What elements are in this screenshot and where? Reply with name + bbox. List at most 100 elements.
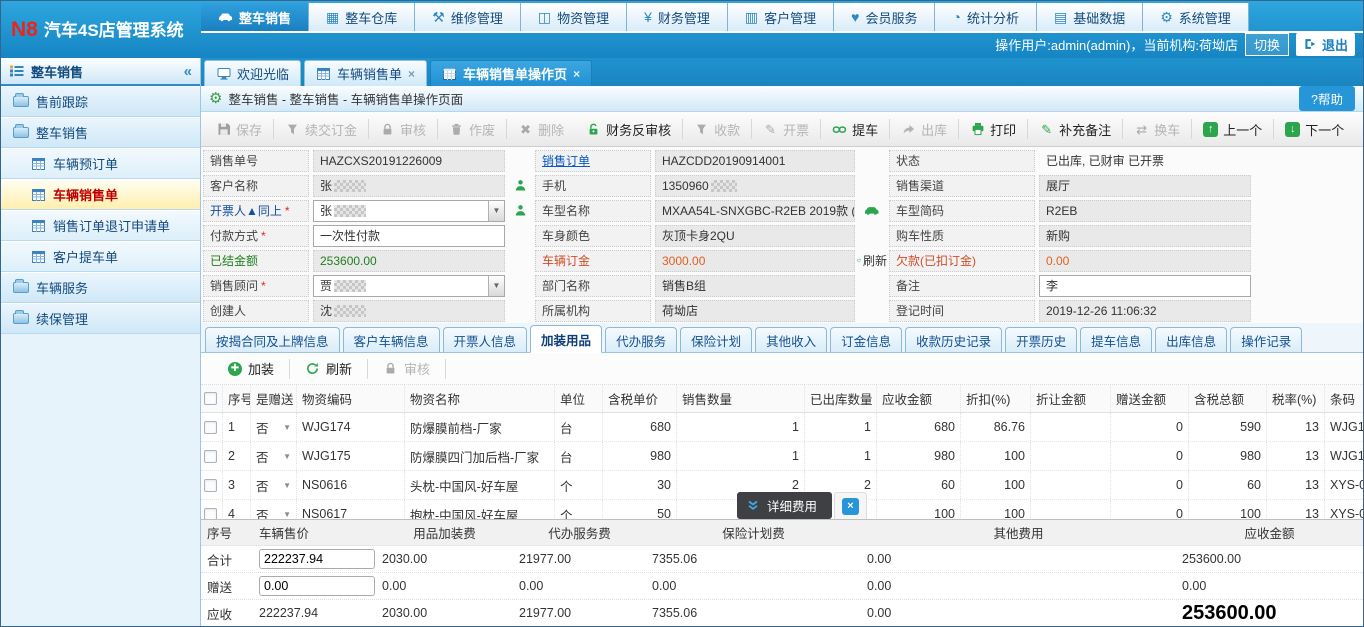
row-checkbox[interactable] bbox=[204, 508, 217, 520]
button-label: 开票 bbox=[783, 120, 809, 139]
select-all-checkbox[interactable] bbox=[204, 392, 217, 405]
tab-vehicle-sales-operate[interactable]: 车辆销售单操作页 × bbox=[430, 60, 592, 86]
audit-grid-button[interactable]: 审核 bbox=[368, 359, 445, 378]
cell-discount: 100 bbox=[961, 500, 1031, 519]
switch-org-button[interactable]: 切换 bbox=[1245, 33, 1289, 56]
sidebar-item-vehicle-service[interactable]: 车辆服务 bbox=[1, 272, 200, 303]
subtab[interactable]: 保险计划 bbox=[680, 327, 752, 352]
close-icon[interactable]: × bbox=[573, 67, 580, 81]
subtab[interactable]: 出库信息 bbox=[1155, 327, 1227, 352]
car-lookup-icon[interactable] bbox=[857, 205, 887, 216]
finance-unaudit-button[interactable]: 财务反审核 bbox=[575, 117, 682, 141]
field-label-register-time: 登记时间 bbox=[889, 300, 1035, 322]
nav-tab-materials-management[interactable]: ◫物资管理 bbox=[521, 3, 627, 31]
close-icon[interactable]: × bbox=[842, 498, 859, 515]
nav-tab-repair-management[interactable]: ⚒维修管理 bbox=[415, 3, 521, 31]
sidebar-item-order-cancel-request[interactable]: 销售订单退订申请单 bbox=[1, 210, 200, 241]
subtab[interactable]: 其他收入 bbox=[755, 327, 827, 352]
invoice-person-lookup-button[interactable] bbox=[507, 204, 533, 217]
previous-record-button[interactable]: ↑上一个 bbox=[1192, 117, 1273, 141]
sidebar-item-vehicle-sales-order[interactable]: 车辆销售单 bbox=[1, 179, 200, 210]
add-accessory-button[interactable]: ✚加装 bbox=[213, 359, 289, 378]
field-remark[interactable]: 李 bbox=[1039, 275, 1251, 297]
nav-tab-customer-management[interactable]: ▥客户管理 bbox=[728, 3, 834, 31]
field-sales-consultant-select[interactable]: 贾▼ bbox=[313, 275, 505, 297]
nav-tab-base-data[interactable]: ▤基础数据 bbox=[1037, 3, 1143, 31]
detail-fee-toggle[interactable]: 详细费用 bbox=[737, 492, 832, 519]
nav-tab-vehicle-warehouse[interactable]: ▦整车仓库 bbox=[309, 3, 415, 31]
summary-cell: 0.00 bbox=[861, 606, 1176, 620]
gift-select[interactable]: 否▼ bbox=[251, 500, 297, 519]
field-payment-method[interactable]: 一次性付款 bbox=[313, 225, 505, 247]
chevron-down-icon[interactable]: ▼ bbox=[488, 276, 504, 296]
logout-button[interactable]: 退出 bbox=[1296, 33, 1355, 56]
gift-vehicle-price-input[interactable] bbox=[259, 576, 375, 596]
row-checkbox[interactable] bbox=[204, 450, 217, 463]
field-sales-channel: 展厅 bbox=[1039, 175, 1251, 197]
customer-lookup-button[interactable] bbox=[507, 179, 533, 192]
row-checkbox[interactable] bbox=[204, 421, 217, 434]
field-label-model-code: 车型简码 bbox=[889, 200, 1035, 222]
subtab[interactable]: 开票历史 bbox=[1005, 327, 1077, 352]
field-invoice-person-select[interactable]: 张▼ bbox=[313, 200, 505, 222]
chevron-down-icon[interactable]: ▼ bbox=[488, 201, 504, 221]
summary-col-receivable: 应收金额 bbox=[1176, 523, 1363, 542]
field-label-organization: 所属机构 bbox=[535, 300, 651, 322]
gift-select[interactable]: 否▼ bbox=[251, 442, 297, 470]
total-vehicle-price-input[interactable] bbox=[259, 549, 375, 569]
nav-tab-vehicle-sales[interactable]: 整车销售 bbox=[201, 3, 309, 31]
subtab[interactable]: 提车信息 bbox=[1080, 327, 1152, 352]
void-button[interactable]: 作废 bbox=[438, 117, 506, 141]
close-icon[interactable]: × bbox=[408, 67, 415, 81]
subtab[interactable]: 收款历史记录 bbox=[905, 327, 1002, 352]
sidebar-item-presale-tracking[interactable]: 售前跟踪 bbox=[1, 86, 200, 117]
summary-cell: 7355.06 bbox=[646, 606, 861, 620]
cell-seq: 3 bbox=[223, 471, 251, 499]
sidebar-item-renewal-management[interactable]: 续保管理 bbox=[1, 303, 200, 334]
sidebar-item-vehicle-sales[interactable]: 整车销售 bbox=[1, 117, 200, 148]
nav-tab-statistics-analysis[interactable]: ◔统计分析 bbox=[935, 3, 1036, 31]
top-header: N8汽车4S店管理系统 整车销售 ▦整车仓库 ⚒维修管理 ◫物资管理 ¥财务管理… bbox=[1, 1, 1363, 58]
subtab[interactable]: 操作记录 bbox=[1230, 327, 1302, 352]
tab-vehicle-sales-list[interactable]: 车辆销售单 × bbox=[304, 60, 427, 86]
sidebar-item-vehicle-preorder[interactable]: 车辆预订单 bbox=[1, 148, 200, 179]
save-button[interactable]: 保存 bbox=[205, 117, 273, 141]
subtab[interactable]: 开票人信息 bbox=[443, 327, 528, 352]
outbound-button[interactable]: 出库 bbox=[890, 117, 958, 141]
nav-tab-finance-management[interactable]: ¥财务管理 bbox=[627, 3, 728, 31]
nav-tab-label: 会员服务 bbox=[865, 8, 917, 27]
add-remark-button[interactable]: ✎补充备注 bbox=[1028, 117, 1122, 141]
field-label-mobile: 手机 bbox=[535, 175, 651, 197]
delete-button[interactable]: ✖删除 bbox=[507, 117, 575, 141]
sidebar-item-customer-pickup[interactable]: 客户提车单 bbox=[1, 241, 200, 272]
gift-select[interactable]: 否▼ bbox=[251, 413, 297, 441]
invoice-button[interactable]: ✎开票 bbox=[752, 117, 820, 141]
next-record-button[interactable]: ↓下一个 bbox=[1274, 117, 1355, 141]
subtab[interactable]: 代办服务 bbox=[605, 327, 677, 352]
pickup-car-button[interactable]: 提车 bbox=[821, 117, 889, 141]
nav-tab-system-management[interactable]: ⚙系统管理 bbox=[1143, 3, 1249, 31]
subtab[interactable]: 加装用品 bbox=[530, 325, 602, 353]
subtab[interactable]: 订金信息 bbox=[830, 327, 902, 352]
refresh-grid-button[interactable]: 刷新 bbox=[290, 359, 367, 378]
receive-payment-button[interactable]: 收款 bbox=[683, 117, 751, 141]
swap-car-button[interactable]: ⇄换车 bbox=[1123, 117, 1191, 141]
cell-allowance bbox=[1031, 500, 1111, 519]
plus-icon: ✚ bbox=[228, 362, 242, 376]
continue-deposit-button[interactable]: 续交订金 bbox=[274, 117, 368, 141]
print-button[interactable]: 打印 bbox=[959, 117, 1027, 141]
gift-select[interactable]: 否▼ bbox=[251, 471, 297, 499]
help-button[interactable]: ?帮助 bbox=[1299, 86, 1355, 111]
field-model-code: R2EB bbox=[1039, 200, 1251, 222]
subtab[interactable]: 按揭合同及上牌信息 bbox=[205, 327, 340, 352]
main-nav: 整车销售 ▦整车仓库 ⚒维修管理 ◫物资管理 ¥财务管理 ▥客户管理 ♥会员服务… bbox=[201, 3, 1363, 31]
tab-welcome[interactable]: 欢迎光临 bbox=[204, 60, 301, 86]
sales-order-link[interactable]: 销售订单 bbox=[542, 154, 590, 168]
nav-tab-member-service[interactable]: ♥会员服务 bbox=[834, 3, 935, 31]
subtab[interactable]: 客户车辆信息 bbox=[343, 327, 440, 352]
audit-button[interactable]: 审核 bbox=[369, 117, 437, 141]
row-checkbox[interactable] bbox=[204, 479, 217, 492]
sidebar-collapse-button[interactable]: « bbox=[184, 63, 192, 80]
refresh-deposit-link[interactable]: 刷新 bbox=[857, 252, 887, 269]
sidebar-item-label: 续保管理 bbox=[36, 309, 88, 328]
